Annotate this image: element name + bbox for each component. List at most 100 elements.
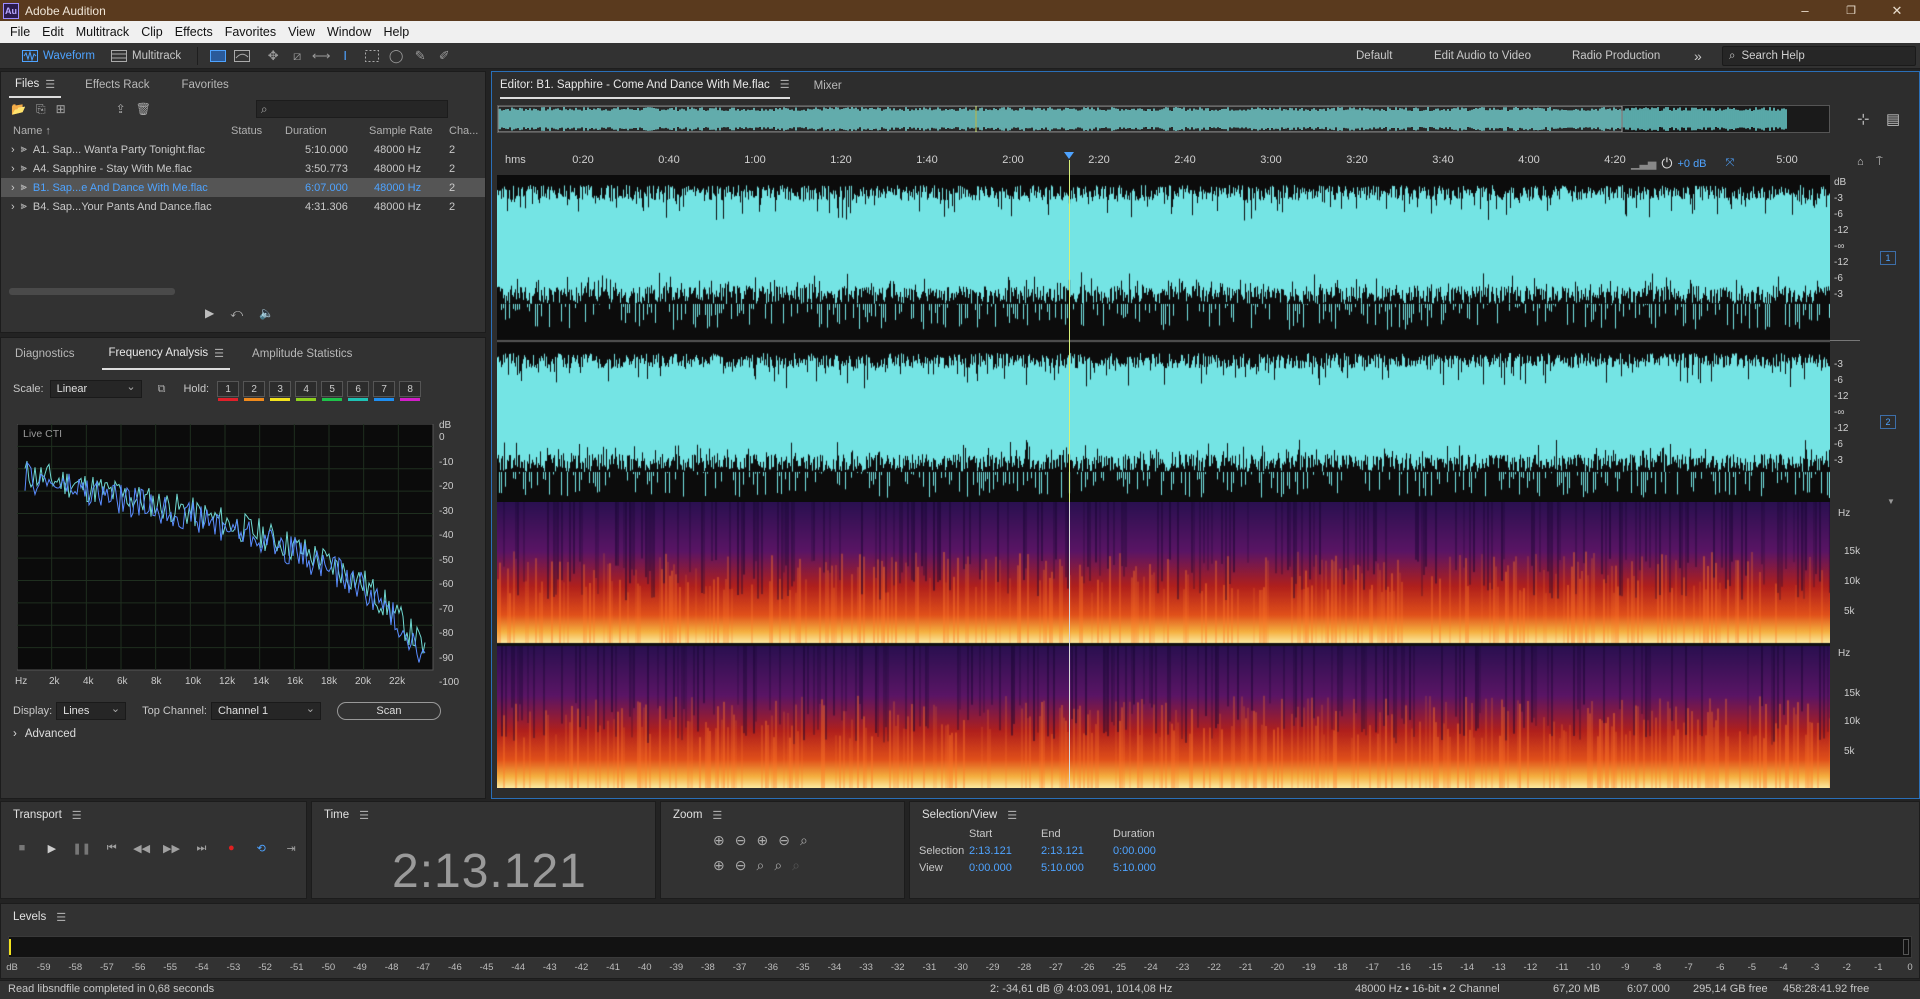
stop-button[interactable]: ■ xyxy=(10,838,34,858)
files-horizontal-scrollbar[interactable] xyxy=(9,288,175,295)
menu-favorites[interactable]: Favorites xyxy=(219,25,282,39)
expand-chevron-icon[interactable]: › xyxy=(11,201,15,213)
slip-tool-button[interactable]: ⟷ xyxy=(312,47,331,65)
volume-knob-icon[interactable]: ⏻ xyxy=(1661,155,1672,172)
scan-button[interactable]: Scan xyxy=(336,702,441,720)
move-tool-button[interactable]: ✥ xyxy=(264,47,282,65)
tab-amplitude-statistics[interactable]: Amplitude Statistics xyxy=(246,338,358,370)
menu-multitrack[interactable]: Multitrack xyxy=(70,25,135,39)
expand-chevron-icon[interactable]: › xyxy=(11,182,15,194)
panel-menu-icon[interactable]: ☰ xyxy=(1007,809,1017,822)
pause-button[interactable]: ❚❚ xyxy=(70,838,94,858)
zoom-out-full-icon[interactable]: ⌕ xyxy=(800,832,808,849)
hold-button-2[interactable]: 2 xyxy=(243,381,266,401)
scale-dropdown[interactable]: Linear xyxy=(49,380,142,398)
display-dropdown[interactable]: Lines xyxy=(56,702,127,720)
zoom-in-point-icon[interactable]: ⊕ xyxy=(713,857,725,874)
expand-chevron-icon[interactable]: › xyxy=(11,163,15,175)
hold-button-6[interactable]: 6 xyxy=(347,381,370,401)
hold-button-8[interactable]: 8 xyxy=(399,381,422,401)
tab-favorites[interactable]: Favorites xyxy=(176,72,235,98)
menu-help[interactable]: Help xyxy=(377,25,415,39)
selection-start[interactable]: 2:13.121 xyxy=(969,845,1041,857)
view-end[interactable]: 5:10.000 xyxy=(1041,862,1113,874)
spectral-frequency-button[interactable] xyxy=(209,47,227,65)
log-linear-toggle-icon[interactable]: ⧉ xyxy=(158,383,166,396)
panel-menu-icon[interactable]: ☰ xyxy=(780,78,790,91)
selection-end[interactable]: 2:13.121 xyxy=(1041,845,1113,857)
lasso-button[interactable]: ◯ xyxy=(387,47,405,65)
menu-view[interactable]: View xyxy=(282,25,321,39)
time-display[interactable]: 2:13.121 xyxy=(392,844,587,899)
record-button[interactable]: ● xyxy=(219,838,243,858)
panel-menu-icon[interactable]: ☰ xyxy=(72,809,82,822)
minimize-button[interactable]: – xyxy=(1782,0,1828,21)
multitrack-view-button[interactable]: Multitrack xyxy=(103,46,189,66)
overview-navigator[interactable] xyxy=(497,105,1830,133)
tab-editor[interactable]: Editor: B1. Sapphire - Come And Dance Wi… xyxy=(500,72,790,99)
menu-edit[interactable]: Edit xyxy=(36,25,70,39)
skip-selection-button[interactable]: ⇥ xyxy=(279,838,303,858)
spectral-display[interactable] xyxy=(497,502,1830,788)
workspace-default[interactable]: Default xyxy=(1356,43,1392,69)
brush-button[interactable]: ✎ xyxy=(411,47,429,65)
file-row[interactable]: › ⫸ A1. Sap... Want'a Party Tonight.flac 5… xyxy=(1,140,485,159)
col-duration[interactable]: Duration xyxy=(285,125,369,137)
marker-icon[interactable]: ⍑ xyxy=(1876,156,1883,169)
zoom-out-amplitude-icon[interactable]: ⊖ xyxy=(735,832,747,849)
preview-play-icon[interactable]: ▶ xyxy=(205,306,214,321)
hold-button-3[interactable]: 3 xyxy=(269,381,292,401)
zoom-out-time-icon[interactable]: ⊖ xyxy=(778,832,790,849)
advanced-toggle[interactable]: › Advanced xyxy=(13,728,76,740)
col-status[interactable]: Status xyxy=(231,125,285,137)
tab-mixer[interactable]: Mixer xyxy=(814,80,842,92)
rewind-button[interactable]: ◀◀ xyxy=(130,838,154,858)
razor-tool-button[interactable]: ⧄ xyxy=(288,47,306,65)
clip-indicator[interactable] xyxy=(1903,939,1909,955)
toggle-spectral-icon[interactable]: ▤ xyxy=(1886,110,1900,128)
menu-file[interactable]: File xyxy=(4,25,36,39)
file-row[interactable]: › ⫸ B4. Sap...Your Pants And Dance.flac 4:… xyxy=(1,197,485,216)
files-search-input[interactable]: ⌕ xyxy=(255,100,448,118)
open-file-icon[interactable]: 📂 xyxy=(11,102,26,116)
time-selection-button[interactable]: I xyxy=(336,47,354,65)
close-button[interactable]: ✕ xyxy=(1874,0,1920,21)
view-duration[interactable]: 5:10.000 xyxy=(1113,862,1185,874)
zoom-right-edge-icon[interactable]: ⌕ xyxy=(774,857,782,874)
file-row-selected[interactable]: › ⫸ B1. Sap...e And Dance With Me.flac 6:0… xyxy=(1,178,485,197)
new-file-icon[interactable]: ⊞ xyxy=(56,102,66,116)
collapse-arrow-icon[interactable]: ▼ xyxy=(1887,497,1895,506)
goto-end-button[interactable]: ⏭ xyxy=(189,838,213,858)
hold-button-1[interactable]: 1 xyxy=(217,381,240,401)
file-row[interactable]: › ⫸ A4. Sapphire - Stay With Me.flac 3:50.… xyxy=(1,159,485,178)
zoom-in-time-icon[interactable]: ⊕ xyxy=(756,832,768,849)
selection-duration[interactable]: 0:00.000 xyxy=(1113,845,1185,857)
col-channels[interactable]: Cha... xyxy=(449,125,479,137)
panel-menu-icon[interactable]: ☰ xyxy=(712,809,722,822)
menu-window[interactable]: Window xyxy=(321,25,377,39)
import-file-icon[interactable]: ⎘ xyxy=(36,102,46,117)
workspace-edit-audio-to-video[interactable]: Edit Audio to Video xyxy=(1434,43,1531,69)
zoom-in-amplitude-icon[interactable]: ⊕ xyxy=(713,832,725,849)
channel-1-badge[interactable]: 1 xyxy=(1880,251,1896,265)
pin-hud-icon[interactable]: ⤧ xyxy=(1726,157,1735,170)
tab-diagnostics[interactable]: Diagnostics xyxy=(9,338,80,370)
play-button[interactable]: ▶ xyxy=(40,838,64,858)
panel-menu-icon[interactable]: ☰ xyxy=(359,809,369,822)
spot-healing-button[interactable]: ✐ xyxy=(435,47,453,65)
marquee-button[interactable] xyxy=(363,47,381,65)
panel-menu-icon[interactable]: ☰ xyxy=(214,347,224,360)
hold-button-4[interactable]: 4 xyxy=(295,381,318,401)
preview-loop-icon[interactable]: ⤺ xyxy=(230,306,243,321)
hold-button-5[interactable]: 5 xyxy=(321,381,344,401)
zoom-to-selection-icon[interactable]: ⊹ xyxy=(1857,110,1870,128)
expand-chevron-icon[interactable]: › xyxy=(11,144,15,156)
top-channel-dropdown[interactable]: Channel 1 xyxy=(210,702,321,720)
fast-forward-button[interactable]: ▶▶ xyxy=(160,838,184,858)
tab-frequency-analysis[interactable]: Frequency Analysis ☰ xyxy=(102,338,231,370)
zoom-left-edge-icon[interactable]: ⌕ xyxy=(756,857,764,874)
tab-files[interactable]: Files ☰ xyxy=(9,72,62,98)
restore-button[interactable]: ❐ xyxy=(1828,0,1874,21)
playhead-handle[interactable] xyxy=(1064,152,1074,159)
workspace-radio-production[interactable]: Radio Production xyxy=(1572,43,1660,69)
